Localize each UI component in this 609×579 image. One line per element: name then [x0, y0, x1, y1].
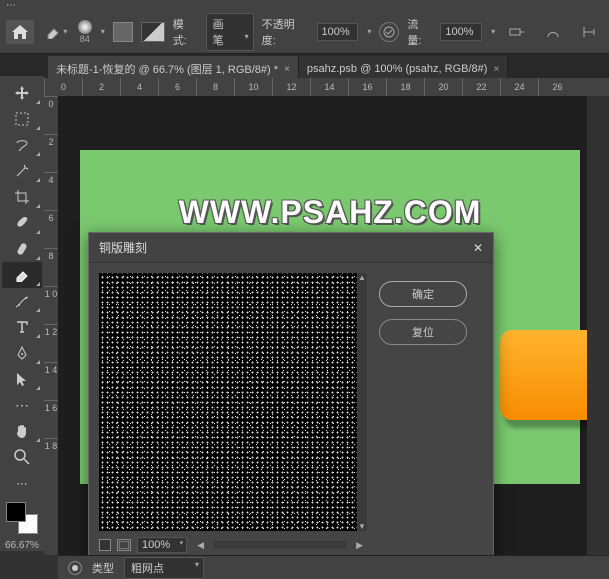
preview-zoom-select[interactable]: 100% [137, 537, 187, 553]
hand-tool[interactable] [2, 418, 42, 444]
eraser-icon[interactable]: ▾ [42, 20, 70, 44]
type-label: 类型 [92, 560, 114, 576]
ruler-horizontal: 0 2 4 6 8 10 12 14 16 18 20 22 24 26 [44, 78, 609, 96]
zoom-tool[interactable] [2, 444, 42, 470]
options-bar: ▾ 84 ▾ 模式: 画笔 不透明度: 100% ▾ 流量: 100% ▾ [0, 10, 609, 54]
move-tool[interactable] [2, 80, 42, 106]
tools-panel: ⋯ ⋯ 66.67% [0, 76, 44, 551]
menu-item[interactable]: ⋯ [6, 0, 16, 11]
filter-dialog: 铜版雕刻 ✕ ▲ ▼ 100% ◀ ▶ 确定 [88, 232, 494, 566]
brush-panel-icon[interactable] [113, 22, 133, 42]
preview-hscroll[interactable] [214, 541, 346, 549]
menu-bar: ⋯ [0, 0, 609, 10]
brush-size-label: 84 [80, 34, 90, 44]
flow-input[interactable]: 100% [440, 23, 482, 41]
opacity-label: 不透明度: [262, 16, 309, 48]
zoom-status: 66.67% [5, 540, 39, 551]
more-icon[interactable]: ⋯ [2, 470, 42, 496]
crop-tool[interactable] [2, 184, 42, 210]
airbrush-icon[interactable] [503, 20, 531, 44]
ruler-vertical: 0 2 4 6 8 1 0 1 2 1 4 1 6 1 8 [44, 96, 58, 555]
chevron-down-icon[interactable]: ▾ [491, 27, 495, 36]
arrow-down-icon[interactable]: ▼ [358, 522, 366, 531]
arrow-left-icon[interactable]: ◀ [193, 540, 208, 551]
dialog-titlebar[interactable]: 铜版雕刻 ✕ [89, 233, 493, 263]
path-select-tool[interactable] [2, 366, 42, 392]
gradient-tool[interactable] [2, 288, 42, 314]
ok-button[interactable]: 确定 [379, 281, 467, 307]
foreground-color[interactable] [6, 502, 26, 522]
type-tool[interactable] [2, 314, 42, 340]
color-swatches[interactable] [6, 502, 38, 534]
marquee-tool[interactable] [2, 106, 42, 132]
close-icon[interactable]: × [284, 64, 290, 75]
orange-shape [500, 330, 587, 420]
mode-label: 模式: [173, 16, 198, 48]
home-button[interactable] [6, 20, 34, 44]
mode-select[interactable]: 画笔 [206, 13, 254, 51]
fit-icon[interactable] [117, 539, 131, 551]
lasso-tool[interactable] [2, 132, 42, 158]
brush-tool[interactable] [2, 210, 42, 236]
wand-tool[interactable] [2, 158, 42, 184]
more-tools[interactable]: ⋯ [2, 392, 42, 418]
watermark-text: WWW.PSAHZ.COM [179, 194, 482, 231]
healing-tool[interactable] [2, 236, 42, 262]
arrow-up-icon[interactable]: ▲ [358, 273, 366, 282]
preview-toolbar: 100% ◀ ▶ [99, 535, 367, 555]
close-icon[interactable]: × [493, 64, 499, 75]
preview-vscroll[interactable]: ▲ ▼ [357, 273, 367, 531]
align-icon[interactable] [575, 20, 603, 44]
close-icon[interactable]: ✕ [473, 241, 483, 255]
pen-tool[interactable] [2, 340, 42, 366]
arrow-right-icon[interactable]: ▶ [352, 540, 367, 551]
eraser-tool[interactable] [2, 262, 42, 288]
swap-colors-icon[interactable] [141, 22, 165, 42]
noise-pattern [99, 273, 357, 531]
filter-preview[interactable] [99, 273, 357, 531]
brush-dot-icon [78, 20, 92, 34]
reset-button[interactable]: 复位 [379, 319, 467, 345]
brush-preview[interactable]: 84 [78, 20, 92, 44]
dialog-title: 铜版雕刻 [99, 239, 147, 256]
mode-value: 画笔 [213, 19, 224, 47]
pressure-opacity-icon[interactable] [379, 22, 399, 42]
bottom-bar: 类型 粗网点 [58, 555, 609, 579]
visibility-icon[interactable] [68, 561, 82, 575]
type-select[interactable]: 粗网点 [124, 557, 204, 579]
tab-label: 未标题-1-恢复的 @ 66.7% (图层 1, RGB/8#) * [56, 61, 278, 77]
smoothing-icon[interactable] [539, 20, 567, 44]
tab-label: psahz.psb @ 100% (psahz, RGB/8#) [307, 63, 488, 75]
opacity-input[interactable]: 100% [317, 23, 359, 41]
preview-toggle[interactable] [99, 539, 111, 551]
chevron-down-icon[interactable]: ▾ [367, 27, 371, 36]
chevron-down-icon[interactable]: ▾ [101, 27, 105, 36]
flow-label: 流量: [407, 16, 432, 48]
